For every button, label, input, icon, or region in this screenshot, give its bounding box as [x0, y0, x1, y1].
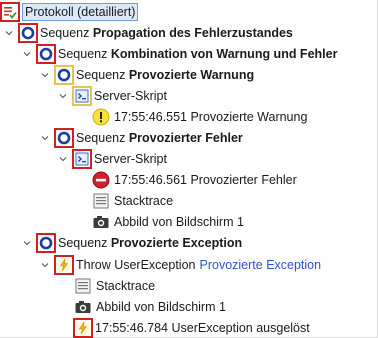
tree-node-exception[interactable]: 17:55:46.784 UserException ausgelöst — [73, 317, 310, 338]
chevron-down-icon[interactable] — [38, 68, 52, 82]
sequence-prefix: Sequenz — [76, 67, 126, 82]
sequence-name: Kombination von Warnung und Fehler — [110, 46, 338, 61]
stacktrace-icon — [92, 192, 110, 210]
sequence-icon — [36, 232, 56, 253]
lightning-icon — [73, 317, 93, 338]
sequence-name: Provozierter Fehler — [128, 130, 243, 145]
server-script-icon — [72, 148, 92, 169]
sequence-prefix: Sequenz — [40, 25, 90, 40]
tree-node-stacktrace[interactable]: Stacktrace — [92, 190, 173, 211]
error-icon — [92, 171, 110, 189]
lightning-icon — [54, 254, 74, 275]
camera-icon — [92, 213, 110, 231]
tree-node-script[interactable]: Server-Skript — [56, 148, 167, 169]
node-label: 17:55:46.561 Provozierter Fehler — [114, 172, 297, 187]
tree-node-error[interactable]: 17:55:46.561 Provozierter Fehler — [92, 169, 297, 190]
chevron-down-icon[interactable] — [2, 26, 16, 40]
protocol-list-icon — [0, 1, 20, 22]
node-label: Stacktrace — [114, 193, 174, 208]
tree-node-sequence[interactable]: Sequenz Kombination von Warnung und Fehl… — [20, 43, 337, 64]
chevron-down-icon[interactable] — [20, 236, 34, 250]
tree-node-warning[interactable]: 17:55:46.551 Provozierte Warnung — [92, 106, 307, 127]
node-label: Stacktrace — [96, 278, 156, 293]
node-label: Throw UserException — [76, 257, 196, 272]
sequence-icon — [36, 43, 56, 64]
node-label: Server-Skript — [94, 88, 167, 103]
tree-node-sequence[interactable]: Sequenz Provozierter Fehler — [38, 127, 243, 148]
sequence-name: Provozierte Warnung — [128, 67, 255, 82]
tree-node-sequence[interactable]: Sequenz Propagation des Fehlerzustandes — [2, 22, 293, 43]
node-label: Abbild von Bildschirm 1 — [96, 299, 226, 314]
node-label: 17:55:46.551 Provozierte Warnung — [114, 109, 308, 124]
tree-node-script[interactable]: Server-Skript — [56, 85, 167, 106]
tree-node-screenshot[interactable]: Abbild von Bildschirm 1 — [74, 296, 226, 317]
warning-icon — [92, 108, 110, 126]
tree-node-screenshot[interactable]: Abbild von Bildschirm 1 — [92, 211, 244, 232]
tree-node-sequence[interactable]: Sequenz Provozierte Exception — [20, 232, 242, 253]
node-label: Server-Skript — [94, 151, 167, 166]
tree-node-throw[interactable]: Throw UserException Provozierte Exception — [38, 254, 321, 275]
chevron-down-icon[interactable] — [38, 131, 52, 145]
tree-root-label: Protokoll (detailliert) — [22, 2, 139, 21]
sequence-prefix: Sequenz — [76, 130, 126, 145]
node-label: Abbild von Bildschirm 1 — [114, 214, 244, 229]
chevron-down-icon[interactable] — [20, 47, 34, 61]
tree-root[interactable]: Protokoll (detailliert) — [0, 1, 139, 22]
sequence-prefix: Sequenz — [58, 46, 108, 61]
chevron-down-icon[interactable] — [56, 152, 70, 166]
stacktrace-icon — [74, 277, 92, 295]
sequence-name: Provozierte Exception — [110, 235, 243, 250]
camera-icon — [74, 298, 92, 316]
tree-node-stacktrace[interactable]: Stacktrace — [74, 275, 155, 296]
sequence-icon — [18, 22, 38, 43]
chevron-down-icon[interactable] — [38, 258, 52, 272]
chevron-down-icon[interactable] — [56, 89, 70, 103]
protocol-tree: Protokoll (detailliert) Sequenz Propagat… — [0, 0, 378, 338]
exception-link[interactable]: Provozierte Exception — [200, 256, 322, 274]
tree-node-sequence[interactable]: Sequenz Provozierte Warnung — [38, 64, 254, 85]
server-script-icon — [72, 85, 92, 106]
sequence-name: Propagation des Fehlerzustandes — [92, 25, 293, 40]
sequence-icon — [54, 127, 74, 148]
sequence-prefix: Sequenz — [58, 235, 108, 250]
sequence-icon — [54, 64, 74, 85]
node-label: 17:55:46.784 UserException ausgelöst — [95, 320, 310, 335]
